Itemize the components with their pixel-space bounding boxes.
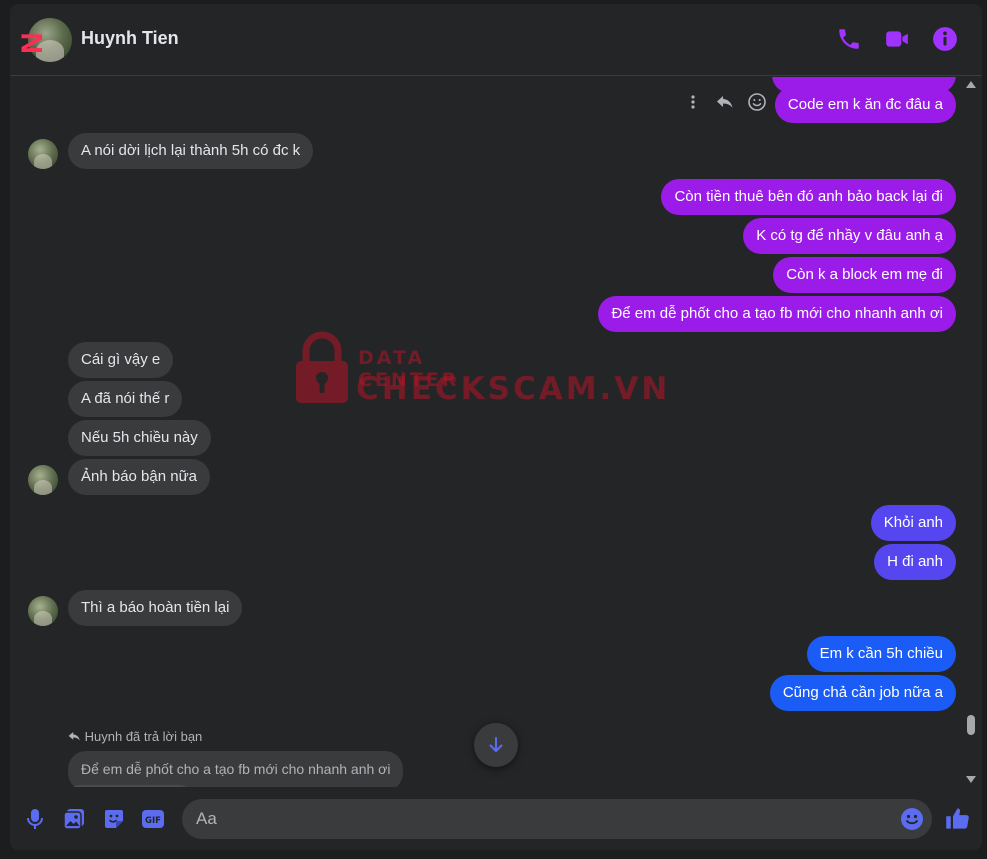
message-bubble-out[interactable]: Khỏi anh (870, 505, 956, 541)
message-bubble-in[interactable]: A đã nói thế r (68, 381, 183, 417)
reply-icon (68, 731, 80, 741)
more-vertical-icon[interactable] (682, 91, 704, 113)
gif-icon[interactable]: GIF (141, 807, 167, 833)
message-bubble-out[interactable]: K có tg để nhầy v đâu anh ạ (743, 218, 956, 254)
scroll-down-arrow[interactable] (966, 776, 976, 783)
message-bubble-out[interactable]: Còn k a block em mẹ đi (773, 257, 956, 293)
message-bubble-in[interactable]: Thì a báo hoàn tiền lại (68, 590, 243, 626)
smiley-icon[interactable] (746, 91, 768, 113)
message-input-box[interactable] (182, 799, 932, 839)
contact-name[interactable]: Huynh Tien (81, 28, 179, 49)
photo-icon[interactable] (62, 807, 88, 833)
corner-logo: N (16, 36, 49, 54)
scrollbar[interactable] (964, 77, 978, 787)
scroll-up-arrow[interactable] (966, 81, 976, 88)
reply-note-text: Huynh đã trả lời bạn (84, 729, 203, 744)
svg-text:GIF: GIF (145, 816, 161, 826)
contact-avatar-small[interactable] (28, 139, 58, 169)
reply-indicator: Huynh đã trả lời bạn (68, 729, 202, 744)
message-composer: GIF (10, 787, 982, 850)
contact-avatar-small[interactable] (28, 465, 58, 495)
thumbs-up-icon[interactable] (944, 805, 972, 833)
reply-icon[interactable] (714, 91, 736, 113)
microphone-icon[interactable] (23, 807, 49, 833)
emoji-icon[interactable] (900, 807, 924, 831)
message-bubble-in[interactable]: A nói dời lịch lại thành 5h có đc k (68, 133, 314, 169)
message-list[interactable]: Code em k ăn đc đâu a A nói dời lịch lại… (10, 77, 982, 787)
message-bubble-out[interactable]: Cũng chả cần job nữa a (769, 675, 956, 711)
scroll-to-bottom-button[interactable] (474, 723, 518, 767)
message-bubble-in[interactable]: Nếu 5h chiều này (68, 420, 211, 456)
info-icon[interactable] (932, 26, 958, 52)
scrollbar-thumb[interactable] (967, 715, 975, 735)
lock-icon (296, 331, 348, 403)
message-bubble-out[interactable]: Còn tiền thuê bên đó anh bảo back lại đi (661, 179, 956, 215)
message-bubble-in[interactable]: Ảnh báo bận nữa (68, 459, 210, 495)
video-camera-icon[interactable] (884, 26, 910, 52)
arrow-down-icon (489, 737, 503, 752)
message-input[interactable] (196, 799, 886, 839)
message-bubble-out[interactable]: Em k cần 5h chiều (806, 636, 956, 672)
phone-icon[interactable] (836, 26, 862, 52)
reply-quoted-message[interactable]: Để em dễ phốt cho a tạo fb mới cho nhanh… (68, 751, 404, 787)
sticker-icon[interactable] (102, 807, 128, 833)
watermark-small-text: DATA CENTER (358, 347, 460, 391)
message-bubble-in[interactable]: Cái gì vậy e (68, 342, 174, 378)
message-bubble-out[interactable]: Để em dễ phốt cho a tạo fb mới cho nhanh… (598, 296, 956, 332)
watermark-big-text: CHECKSCAM.VN (356, 371, 671, 407)
message-bubble-out[interactable]: Code em k ăn đc đâu a (774, 87, 956, 123)
message-actions (682, 91, 768, 113)
contact-avatar-small[interactable] (28, 596, 58, 626)
chat-header: N Huynh Tien (10, 4, 982, 76)
chat-window: N Huynh Tien Code em k ăn đc đâu a A nói… (10, 4, 982, 850)
message-bubble-out[interactable]: H đi anh (874, 544, 956, 580)
